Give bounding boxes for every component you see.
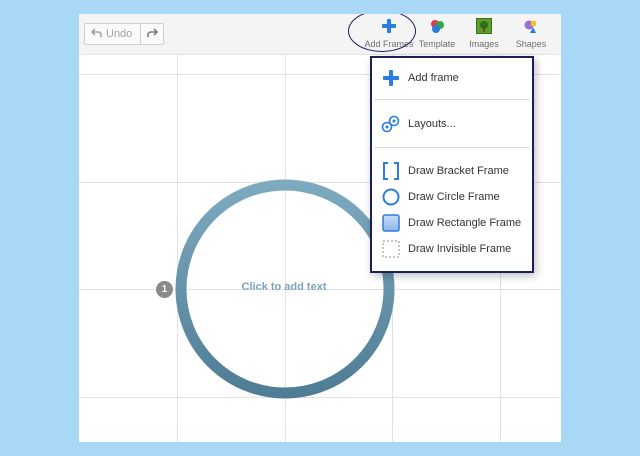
undo-label: Undo [106, 28, 133, 40]
add-frames-dropdown: Add frame Layouts... Draw Bracket Frame … [370, 56, 534, 273]
toolbar: Undo Add Frames Template Images Shapes [79, 14, 561, 55]
menu-item-draw-invisible-frame[interactable]: Draw Invisible Frame [372, 236, 532, 262]
layouts-icon [381, 114, 401, 134]
menu-item-label: Draw Bracket Frame [408, 165, 509, 177]
invisible-frame-icon [381, 239, 401, 259]
menu-item-label: Layouts... [408, 118, 456, 130]
undo-button[interactable]: Undo [85, 24, 142, 44]
menu-item-label: Draw Circle Frame [408, 191, 500, 203]
menu-item-label: Draw Rectangle Frame [408, 217, 522, 229]
shapes-label: Shapes [515, 39, 547, 49]
template-label: Template [418, 39, 456, 49]
menu-item-draw-bracket-frame[interactable]: Draw Bracket Frame [372, 158, 532, 184]
bracket-frame-icon [381, 161, 401, 181]
menu-item-layouts[interactable]: Layouts... [372, 111, 532, 137]
frame-number-badge: 1 [156, 281, 173, 298]
menu-item-add-frame[interactable]: Add frame [372, 65, 532, 91]
menu-item-label: Add frame [408, 72, 459, 84]
undo-redo-group: Undo [84, 23, 165, 45]
shapes-button[interactable]: Shapes [501, 17, 561, 53]
redo-icon [146, 25, 158, 43]
undo-icon [90, 27, 102, 41]
redo-button[interactable] [141, 24, 163, 44]
shapes-icon [523, 17, 539, 34]
image-icon [476, 17, 492, 34]
menu-item-draw-circle-frame[interactable]: Draw Circle Frame [372, 184, 532, 210]
rectangle-frame-icon [381, 213, 401, 233]
images-label: Images [469, 39, 499, 49]
template-icon [429, 17, 445, 34]
menu-item-label: Draw Invisible Frame [408, 243, 512, 255]
plus-icon [381, 68, 401, 88]
circle-frame-icon [381, 187, 401, 207]
menu-item-draw-rectangle-frame[interactable]: Draw Rectangle Frame [372, 210, 532, 236]
frame-text-placeholder[interactable]: Click to add text [214, 281, 354, 293]
